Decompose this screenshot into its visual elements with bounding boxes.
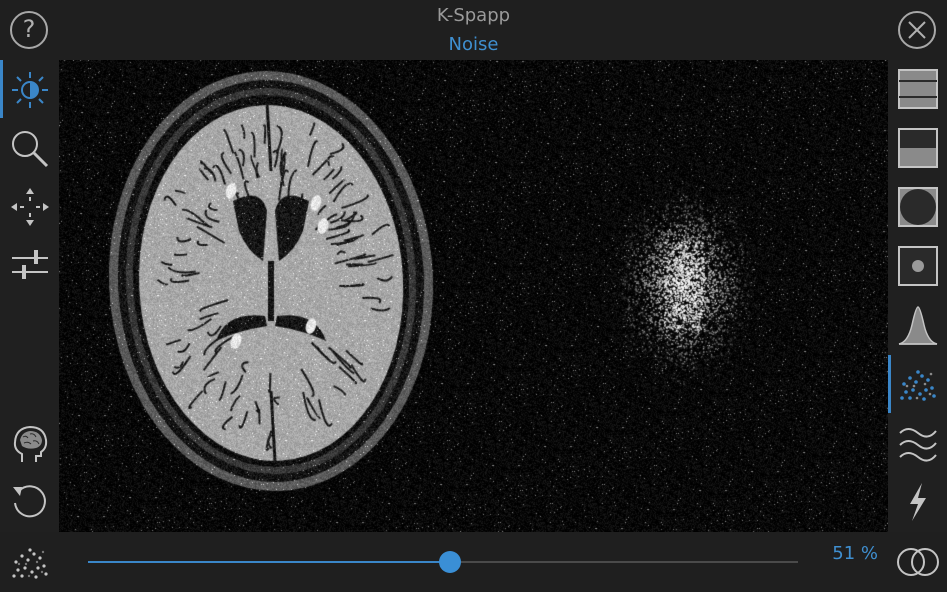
mri-kspace-canvas[interactable] — [59, 60, 888, 532]
wave-button[interactable] — [888, 415, 947, 471]
noise-percent: 51 % — [832, 543, 878, 564]
center-dot-button[interactable] — [888, 238, 947, 294]
zoom-tool-button[interactable] — [0, 121, 59, 177]
noise-icon — [899, 370, 936, 401]
contrast-tool-button[interactable] — [0, 62, 59, 118]
anatomy-button[interactable] — [0, 416, 59, 472]
spike-button[interactable] — [888, 474, 947, 530]
right-toolbar — [888, 60, 947, 532]
center-dot-icon — [897, 246, 938, 286]
filter-curve-button[interactable] — [888, 297, 947, 353]
header-bar: ? K-Spapp Noise — [0, 0, 947, 60]
full-kspace-button[interactable] — [888, 61, 947, 117]
sliders-icon — [11, 250, 48, 279]
contrast-icon — [11, 72, 48, 108]
left-toolbar — [0, 60, 59, 532]
half-kspace-icon — [897, 128, 938, 168]
circle-mask-icon — [897, 187, 938, 227]
reset-button[interactable] — [0, 474, 59, 530]
magnify-icon — [11, 131, 48, 168]
close-button[interactable] — [898, 11, 936, 49]
wave-icon — [898, 428, 937, 462]
reset-icon — [12, 485, 46, 518]
slider-thumb[interactable] — [439, 551, 462, 573]
app-title: K-Spapp — [436, 5, 511, 26]
mode-title: Noise — [448, 34, 499, 55]
slider-fill — [88, 561, 451, 563]
close-icon — [908, 21, 926, 39]
pan-icon — [10, 188, 49, 226]
half-kspace-button[interactable] — [888, 120, 947, 176]
filter-curve-icon — [898, 306, 937, 345]
noise-button[interactable] — [888, 356, 947, 412]
noise-preview-icon — [12, 548, 48, 579]
head-icon — [13, 425, 47, 462]
footer-bar: 51 % — [0, 532, 947, 592]
swap-view-icon[interactable] — [896, 540, 940, 584]
pan-tool-button[interactable] — [0, 179, 59, 235]
circle-mask-button[interactable] — [888, 179, 947, 235]
spike-icon — [909, 483, 926, 521]
noise-slider[interactable] — [88, 551, 798, 573]
full-kspace-icon — [897, 69, 938, 109]
adjust-tool-button[interactable] — [0, 237, 59, 293]
image-viewer[interactable] — [59, 60, 888, 532]
